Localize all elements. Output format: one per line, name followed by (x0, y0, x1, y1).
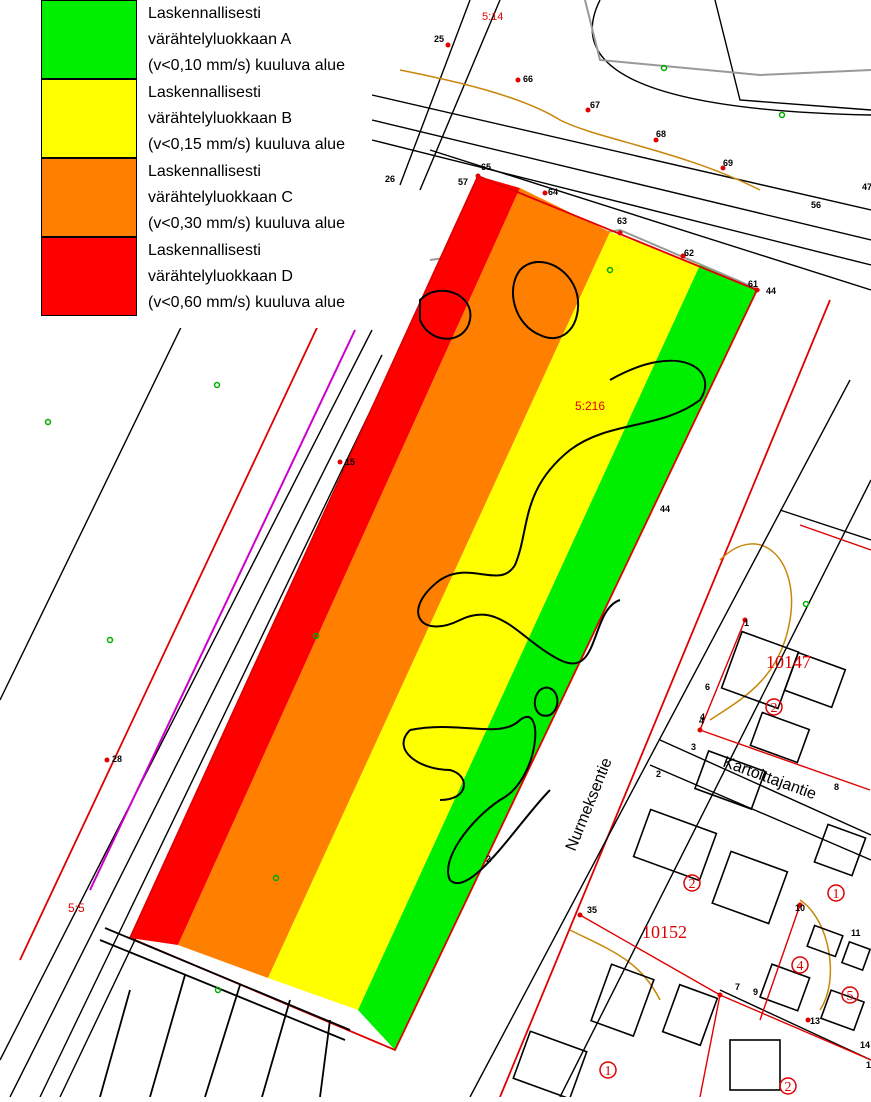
plot-number-label: 4 (797, 959, 804, 974)
point-number-label: 1 (744, 618, 749, 628)
point-number-label: 67 (590, 100, 600, 110)
street-label-kartoittajantie: Kartoittajantie (721, 754, 819, 803)
plot-number-label: 2 (785, 1080, 792, 1095)
legend-label-line: (v<0,10 mm/s) kuuluva alue (148, 57, 345, 74)
legend-swatch (41, 237, 137, 316)
legend-item: Laskennallisesti värähtelyluokkaan A (v<0,… (0, 0, 372, 79)
plot-number-label: 5 (847, 989, 854, 1004)
point-number-label: 10 (795, 903, 805, 913)
legend-label-line: Laskennallisesti (148, 163, 261, 180)
legend-label-line: värähtelyluokkaan D (148, 268, 293, 285)
buildings (512, 630, 871, 1100)
point-number-label: 64 (548, 187, 558, 197)
point-number-label: 56 (811, 200, 821, 210)
block-number-10152: 10152 (642, 922, 687, 942)
point-number-label: 25 (434, 34, 444, 44)
lot-label-left: 5:5 (68, 901, 85, 915)
point-number-label: 8 (834, 782, 839, 792)
plot-number-marker: 1 (599, 1061, 617, 1079)
point-number-label: 2 (486, 854, 491, 864)
point-number-label: 28 (112, 754, 122, 764)
vibration-zone-map: Nurmeksentie Kartoittajantie 10147 10152… (0, 0, 871, 1100)
plot-number-marker: 4 (791, 956, 809, 974)
legend-label-line: (v<0,30 mm/s) kuuluva alue (148, 215, 345, 232)
legend-item: Laskennallisesti värähtelyluokkaan C (v<0,… (0, 158, 372, 237)
point-number-label: 9 (753, 987, 758, 997)
point-number-label: 15 (345, 457, 355, 467)
legend-label: Laskennallisesti värähtelyluokkaan D (v<0,… (148, 238, 372, 316)
point-number-label: 66 (523, 74, 533, 84)
point-number-label: 44 (660, 504, 670, 514)
plot-number-marker: 2 (765, 698, 783, 716)
plot-number-label: 1 (833, 887, 840, 902)
legend-label-line: Laskennallisesti (148, 84, 261, 101)
legend-label-line: värähtelyluokkaan A (148, 31, 292, 48)
legend-label-line: Laskennallisesti (148, 5, 261, 22)
block-boundaries (579, 524, 871, 1098)
point-number-label: 61 (748, 279, 758, 289)
legend-label: Laskennallisesti värähtelyluokkaan B (v<0,… (148, 80, 372, 158)
legend-label-line: värähtelyluokkaan B (148, 110, 293, 127)
plot-number-label: 1 (605, 1064, 612, 1079)
legend-label: Laskennallisesti värähtelyluokkaan A (v<0,… (148, 1, 372, 79)
point-number-label: 12 (866, 1060, 871, 1070)
legend-label: Laskennallisesti värähtelyluokkaan C (v<0,… (148, 159, 372, 237)
point-number-label: 3 (691, 742, 696, 752)
point-number-label: 44 (766, 286, 776, 296)
point-number-label: 14 (860, 1040, 870, 1050)
plot-number-marker: 2 (779, 1077, 797, 1095)
plot-number-label: 2 (689, 877, 696, 892)
block-number-10147: 10147 (766, 652, 811, 672)
point-number-label: 2 (656, 769, 661, 779)
legend-item: Laskennallisesti värähtelyluokkaan D (v<0,… (0, 237, 372, 316)
legend-label-line: (v<0,60 mm/s) kuuluva alue (148, 294, 345, 311)
point-number-label: 7 (735, 982, 740, 992)
point-number-label: 6 (705, 682, 710, 692)
elevation-label: 5:216 (575, 399, 605, 413)
legend-swatch (41, 79, 137, 158)
point-number-label: 11 (851, 928, 861, 938)
point-number-label: 57 (458, 177, 468, 187)
legend-item: Laskennallisesti värähtelyluokkaan B (v<0,… (0, 79, 372, 158)
point-number-label: 68 (656, 129, 666, 139)
point-number-label: 35 (587, 905, 597, 915)
legend-swatch (41, 0, 137, 79)
legend-label-line: värähtelyluokkaan C (148, 189, 293, 206)
point-number-label: 62 (684, 248, 694, 258)
legend: Laskennallisesti värähtelyluokkaan A (v<0,… (0, 0, 372, 328)
point-number-label: 26 (385, 174, 395, 184)
point-number-label: 4 (700, 712, 705, 722)
plot-number-marker: 2 (683, 874, 701, 892)
point-number-label: 69 (723, 158, 733, 168)
point-number-label: 63 (617, 216, 627, 226)
plot-number-marker: 1 (827, 884, 845, 902)
point-number-label: 13 (810, 1016, 820, 1026)
point-number-label: 47 (862, 182, 871, 192)
legend-label-line: Laskennallisesti (148, 242, 261, 259)
legend-swatch (41, 158, 137, 237)
legend-label-line: (v<0,15 mm/s) kuuluva alue (148, 136, 345, 153)
lot-label-top: 5:14 (482, 11, 503, 23)
plot-number-label: 2 (771, 701, 778, 716)
point-number-label: 65 (481, 162, 491, 172)
